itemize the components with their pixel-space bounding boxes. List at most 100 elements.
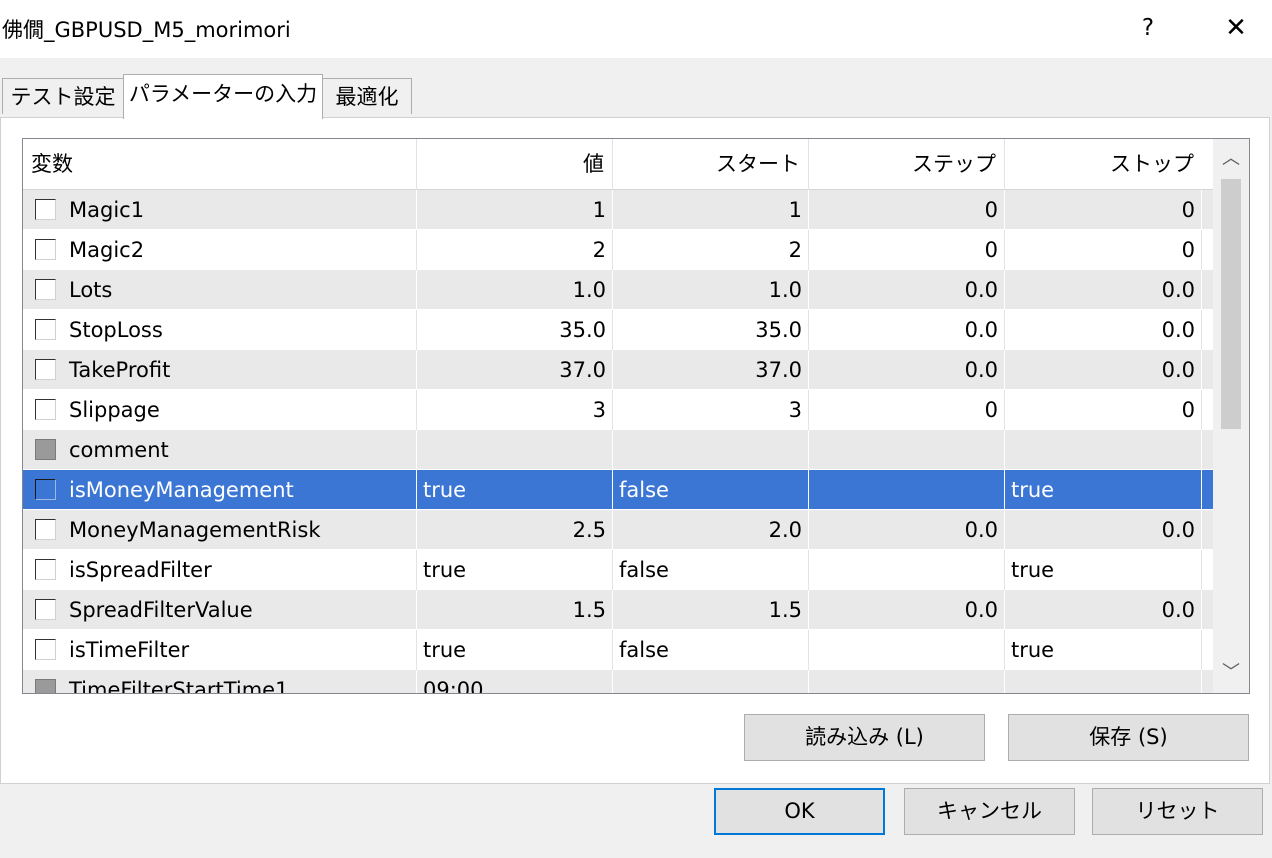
- value-cell[interactable]: [417, 430, 613, 470]
- start-cell[interactable]: 2: [613, 230, 809, 270]
- step-cell[interactable]: 0: [809, 230, 1005, 270]
- tab-test-settings[interactable]: テスト設定: [2, 78, 124, 114]
- help-button[interactable]: ?: [1128, 6, 1168, 50]
- variable-name-cell[interactable]: Slippage: [23, 390, 417, 430]
- start-cell[interactable]: 1.5: [613, 590, 809, 630]
- stop-cell[interactable]: 0: [1005, 190, 1202, 230]
- value-cell[interactable]: true: [417, 470, 613, 510]
- start-cell[interactable]: 37.0: [613, 350, 809, 390]
- vertical-scrollbar[interactable]: ︿ ﹀: [1213, 139, 1249, 693]
- start-cell[interactable]: 2.0: [613, 510, 809, 550]
- reset-button[interactable]: リセット: [1092, 788, 1263, 835]
- save-button[interactable]: 保存 (S): [1008, 714, 1249, 761]
- optimize-checkbox[interactable]: [35, 279, 56, 300]
- optimize-checkbox[interactable]: [35, 639, 56, 660]
- variable-name-cell[interactable]: SpreadFilterValue: [23, 590, 417, 630]
- table-row[interactable]: SpreadFilterValue 1.5 1.5 0.0 0.0: [23, 590, 1213, 630]
- optimize-checkbox[interactable]: [35, 199, 56, 220]
- step-cell[interactable]: 0.0: [809, 310, 1005, 350]
- step-cell[interactable]: [809, 430, 1005, 470]
- step-cell[interactable]: [809, 630, 1005, 670]
- optimize-checkbox[interactable]: [35, 519, 56, 540]
- variable-name-cell[interactable]: MoneyManagementRisk: [23, 510, 417, 550]
- stop-cell[interactable]: 0.0: [1005, 270, 1202, 310]
- stop-cell[interactable]: 0: [1005, 230, 1202, 270]
- start-cell[interactable]: false: [613, 470, 809, 510]
- tab-parameters[interactable]: パラメーターの入力: [123, 74, 323, 119]
- column-header-start[interactable]: スタート: [613, 139, 809, 190]
- step-cell[interactable]: 0: [809, 190, 1005, 230]
- optimize-checkbox[interactable]: [35, 359, 56, 380]
- variable-name-cell[interactable]: isMoneyManagement: [23, 470, 417, 510]
- step-cell[interactable]: 0.0: [809, 590, 1005, 630]
- column-header-step[interactable]: ステップ: [809, 139, 1005, 190]
- optimize-checkbox[interactable]: [35, 319, 56, 340]
- variable-name-cell[interactable]: TakeProfit: [23, 350, 417, 390]
- start-cell[interactable]: false: [613, 630, 809, 670]
- optimize-checkbox[interactable]: [35, 479, 56, 500]
- step-cell[interactable]: 0.0: [809, 270, 1005, 310]
- optimize-checkbox[interactable]: [35, 239, 56, 260]
- stop-cell[interactable]: 0.0: [1005, 590, 1202, 630]
- stop-cell[interactable]: true: [1005, 550, 1202, 590]
- start-cell[interactable]: false: [613, 550, 809, 590]
- variable-name-cell[interactable]: isTimeFilter: [23, 630, 417, 670]
- start-cell[interactable]: 35.0: [613, 310, 809, 350]
- start-cell[interactable]: [613, 430, 809, 470]
- value-cell[interactable]: true: [417, 630, 613, 670]
- value-cell[interactable]: true: [417, 550, 613, 590]
- table-row[interactable]: isSpreadFilter true false true: [23, 550, 1213, 590]
- variable-name-cell[interactable]: isSpreadFilter: [23, 550, 417, 590]
- start-cell[interactable]: 1: [613, 190, 809, 230]
- start-cell[interactable]: [613, 670, 809, 693]
- table-row[interactable]: comment: [23, 430, 1213, 470]
- table-row[interactable]: TimeFilterStartTime1 09:00: [23, 670, 1213, 693]
- variable-name-cell[interactable]: TimeFilterStartTime1: [23, 670, 417, 693]
- step-cell[interactable]: [809, 470, 1005, 510]
- step-cell[interactable]: 0: [809, 390, 1005, 430]
- column-header-stop[interactable]: ストップ: [1005, 139, 1202, 190]
- table-row[interactable]: StopLoss 35.0 35.0 0.0 0.0: [23, 310, 1213, 350]
- value-cell[interactable]: 09:00: [417, 670, 613, 693]
- step-cell[interactable]: 0.0: [809, 510, 1005, 550]
- stop-cell[interactable]: true: [1005, 470, 1202, 510]
- value-cell[interactable]: 1: [417, 190, 613, 230]
- table-row[interactable]: Magic1 1 1 0 0: [23, 190, 1213, 230]
- column-header-value[interactable]: 値: [417, 139, 613, 190]
- stop-cell[interactable]: 0.0: [1005, 350, 1202, 390]
- table-row[interactable]: MoneyManagementRisk 2.5 2.0 0.0 0.0: [23, 510, 1213, 550]
- value-cell[interactable]: 3: [417, 390, 613, 430]
- variable-name-cell[interactable]: Magic2: [23, 230, 417, 270]
- optimize-checkbox[interactable]: [35, 559, 56, 580]
- close-button[interactable]: ✕: [1212, 6, 1260, 50]
- stop-cell[interactable]: [1005, 670, 1202, 693]
- stop-cell[interactable]: 0: [1005, 390, 1202, 430]
- table-row[interactable]: Slippage 3 3 0 0: [23, 390, 1213, 430]
- table-row[interactable]: isTimeFilter true false true: [23, 630, 1213, 670]
- optimize-checkbox[interactable]: [35, 399, 56, 420]
- start-cell[interactable]: 3: [613, 390, 809, 430]
- variable-name-cell[interactable]: Lots: [23, 270, 417, 310]
- step-cell[interactable]: [809, 550, 1005, 590]
- ok-button[interactable]: OK: [714, 788, 885, 835]
- chevron-down-icon[interactable]: ﹀: [1213, 655, 1249, 691]
- value-cell[interactable]: 1.5: [417, 590, 613, 630]
- value-cell[interactable]: 35.0: [417, 310, 613, 350]
- chevron-up-icon[interactable]: ︿: [1213, 141, 1249, 177]
- stop-cell[interactable]: true: [1005, 630, 1202, 670]
- table-row[interactable]: isMoneyManagement true false true: [23, 470, 1213, 510]
- table-row[interactable]: Magic2 2 2 0 0: [23, 230, 1213, 270]
- optimize-checkbox[interactable]: [35, 599, 56, 620]
- stop-cell[interactable]: 0.0: [1005, 310, 1202, 350]
- tab-optimization[interactable]: 最適化: [322, 78, 412, 114]
- table-row[interactable]: Lots 1.0 1.0 0.0 0.0: [23, 270, 1213, 310]
- stop-cell[interactable]: 0.0: [1005, 510, 1202, 550]
- value-cell[interactable]: 1.0: [417, 270, 613, 310]
- step-cell[interactable]: 0.0: [809, 350, 1005, 390]
- value-cell[interactable]: 37.0: [417, 350, 613, 390]
- column-header-variable[interactable]: 変数: [23, 139, 417, 190]
- cancel-button[interactable]: キャンセル: [904, 788, 1075, 835]
- variable-name-cell[interactable]: StopLoss: [23, 310, 417, 350]
- value-cell[interactable]: 2.5: [417, 510, 613, 550]
- variable-name-cell[interactable]: comment: [23, 430, 417, 470]
